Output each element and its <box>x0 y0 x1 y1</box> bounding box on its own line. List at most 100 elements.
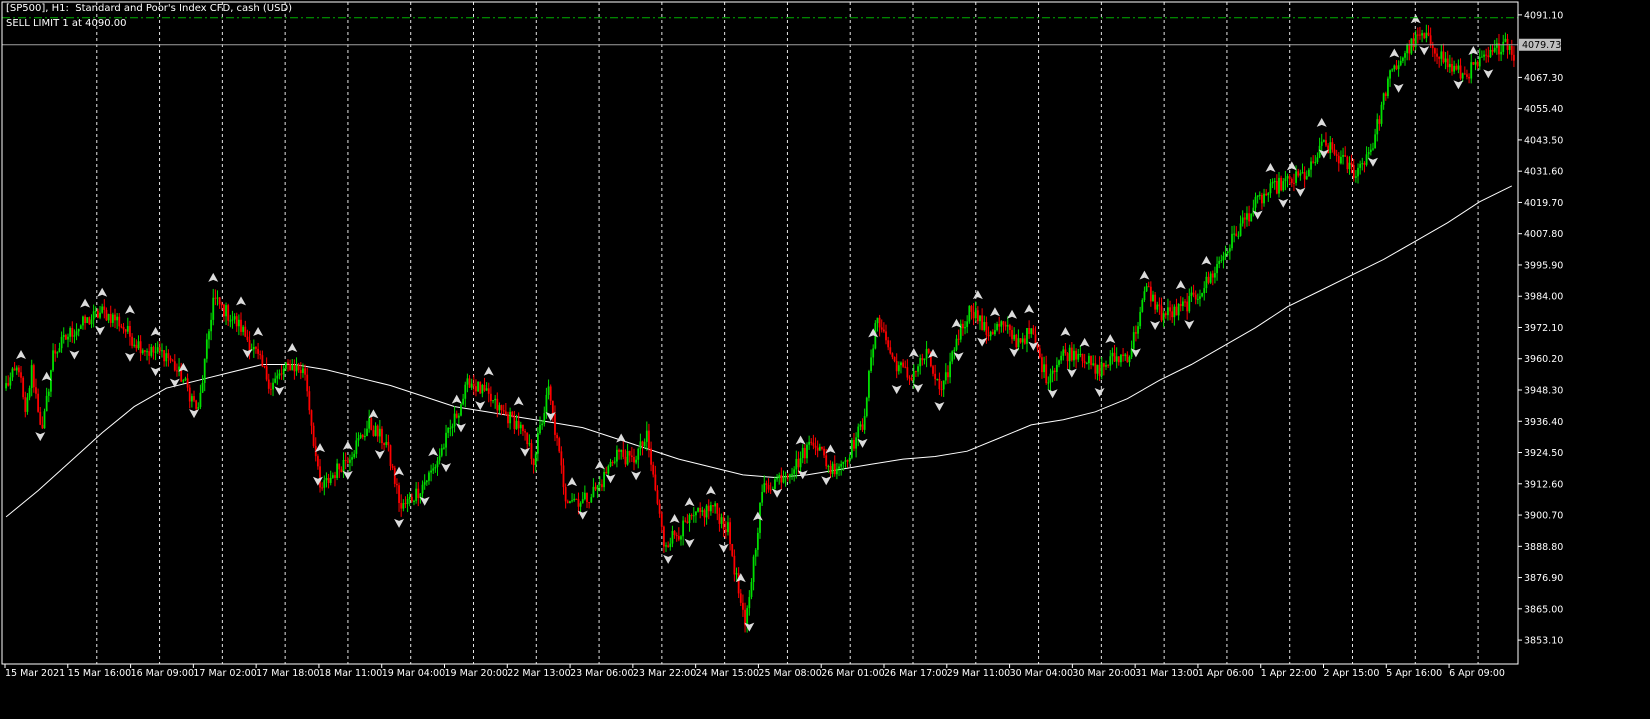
candle-body <box>1399 60 1402 66</box>
candle-body <box>105 309 108 321</box>
candle-body <box>814 445 817 448</box>
chart-window[interactable]: 15 Mar 2021 15 Mar 16:00 16 Mar 09:00 17 Ma… <box>0 0 1650 719</box>
candle-body <box>86 317 89 324</box>
candle-body <box>1290 178 1293 183</box>
candle-body <box>1190 292 1193 296</box>
candle-body <box>451 426 454 428</box>
candle-body <box>462 398 465 405</box>
candle-body <box>1122 354 1124 357</box>
candle-body <box>1502 41 1505 52</box>
candle-body <box>1102 363 1105 367</box>
candle-body <box>1226 251 1229 253</box>
candle-body <box>795 458 798 470</box>
candle-body <box>812 442 815 446</box>
candle-body <box>821 446 823 449</box>
candle-body <box>579 503 582 507</box>
candle-body <box>291 364 294 371</box>
x-tick-label: 1 Apr 22:00 <box>1261 668 1317 679</box>
candle-body <box>5 383 7 389</box>
candle-body <box>786 476 789 478</box>
candle-body <box>308 391 311 411</box>
candle-body <box>1310 161 1312 170</box>
candle-body <box>729 522 731 545</box>
candle-body <box>789 474 791 478</box>
candle-body <box>1139 311 1142 327</box>
candle-body <box>1030 328 1033 334</box>
candle-body <box>835 468 838 475</box>
candle-body <box>1214 273 1216 278</box>
candle-body <box>336 463 339 478</box>
candle-body <box>1017 338 1020 348</box>
candle-body <box>1421 33 1423 36</box>
y-tick-label: 4055.40 <box>1524 104 1563 115</box>
candle-body <box>1081 353 1084 362</box>
candle-body <box>233 316 236 320</box>
candle-body <box>1352 165 1355 178</box>
candle-body <box>1314 162 1317 164</box>
candle-body <box>1028 328 1031 334</box>
candle-body <box>1055 364 1058 372</box>
candle-body <box>88 317 91 325</box>
candle-body <box>1410 38 1413 54</box>
candle-body <box>1077 353 1080 360</box>
candle-body <box>915 371 917 373</box>
candle-body <box>1188 295 1191 312</box>
candle-body <box>261 355 264 367</box>
candle-body <box>703 510 706 518</box>
candle-body <box>492 400 494 402</box>
candle-body <box>152 346 155 353</box>
candle-body <box>607 466 610 474</box>
candle-body <box>216 297 219 299</box>
price-chart[interactable]: 15 Mar 2021 15 Mar 16:00 16 Mar 09:00 17 Ma… <box>0 0 1650 719</box>
candle-body <box>244 326 247 337</box>
candle-body <box>92 311 95 320</box>
candle-body <box>1181 301 1184 307</box>
candle-body <box>1218 260 1221 264</box>
candle-body <box>73 335 76 337</box>
candle-body <box>695 511 697 516</box>
candle-body <box>370 418 373 431</box>
candle-body <box>994 330 996 335</box>
candle-body <box>391 465 394 468</box>
candle-body <box>1113 352 1116 362</box>
candle-body <box>1233 233 1236 235</box>
candle-body <box>248 340 251 351</box>
candle-body <box>489 393 492 402</box>
candle-body <box>500 405 503 411</box>
candle-body <box>205 339 208 359</box>
candle-body <box>1064 349 1067 354</box>
candle-body <box>1171 311 1174 318</box>
candle-body <box>1367 152 1370 155</box>
candle-body <box>857 426 860 438</box>
candle-body <box>227 305 230 321</box>
candle-body <box>310 410 313 426</box>
candle-body <box>1237 235 1240 237</box>
y-tick-label: 3972.10 <box>1524 323 1563 334</box>
candle-body <box>1079 353 1082 355</box>
candle-body <box>297 365 300 370</box>
candle-body <box>278 373 281 376</box>
candle-body <box>1416 34 1419 36</box>
candle-body <box>1199 296 1201 299</box>
candle-body <box>1387 78 1389 97</box>
candle-body <box>900 362 902 366</box>
candle-body <box>1350 162 1353 166</box>
candle-body <box>996 323 998 331</box>
candle-body <box>799 458 802 468</box>
candle-body <box>129 326 131 337</box>
candle-body <box>1090 355 1092 366</box>
candle-body <box>1111 352 1114 357</box>
candle-body <box>1154 294 1157 310</box>
candle-body <box>342 460 345 473</box>
candle-body <box>470 383 473 388</box>
candle-body <box>1305 176 1308 180</box>
candle-body <box>791 473 793 475</box>
candle-body <box>1459 65 1462 79</box>
candle-body <box>39 411 42 425</box>
candle-body <box>724 529 727 533</box>
candle-body <box>515 420 518 430</box>
candle-body <box>712 505 714 507</box>
candle-body <box>1220 260 1223 262</box>
candle-body <box>742 602 744 610</box>
candle-body <box>735 573 738 575</box>
